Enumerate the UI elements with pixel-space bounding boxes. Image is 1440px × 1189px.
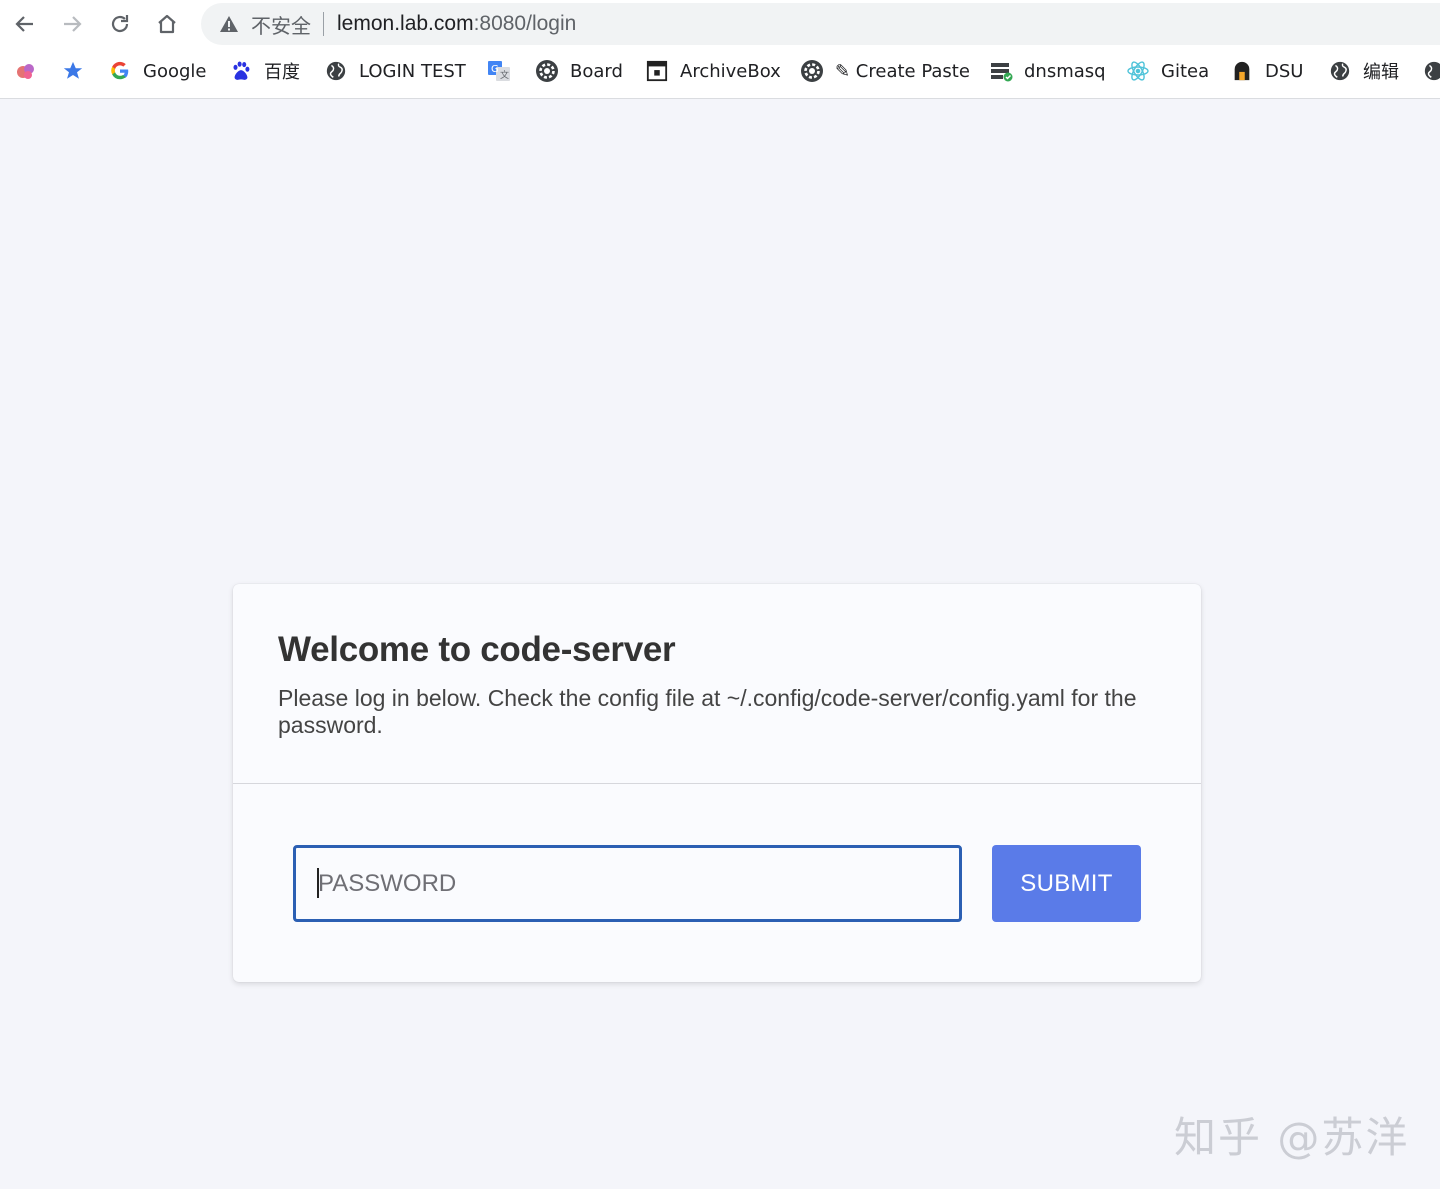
bookmark-label: Google — [143, 60, 207, 82]
bookmark-label: Board — [570, 60, 623, 82]
bookmark-gitea[interactable]: Gitea — [1126, 58, 1209, 84]
bookmark-create-paste[interactable]: ✎ Create Paste — [800, 58, 970, 84]
bookmark-archivebox[interactable]: ArchiveBox — [645, 58, 781, 84]
bookmark-label: ✎ Create Paste — [835, 60, 970, 82]
bookmark-label: dnsmasq — [1024, 60, 1106, 82]
login-instructions: Please log in below. Check the config fi… — [278, 685, 1137, 738]
login-card: Welcome to code-server Please log in bel… — [233, 584, 1201, 982]
arrow-left-icon — [15, 16, 33, 32]
text-caret — [317, 868, 319, 898]
reload-icon — [111, 15, 129, 33]
gear-icon — [800, 59, 824, 83]
security-status[interactable]: 不安全 — [251, 10, 311, 39]
bookmark-label: 百度 — [264, 62, 300, 83]
globe-icon — [1422, 59, 1440, 83]
bookmark-edit[interactable]: 编辑 — [1328, 58, 1399, 84]
svg-text:文: 文 — [500, 69, 509, 81]
translate-icon: G文 — [487, 59, 511, 83]
omnibox-divider — [323, 12, 324, 36]
bookmark-label: Gitea — [1161, 60, 1210, 82]
warning-triangle-icon[interactable] — [219, 14, 239, 34]
arrow-right-icon — [64, 16, 82, 32]
archive-icon — [645, 59, 669, 83]
bookmark-label: DSU — [1265, 60, 1304, 82]
submit-button[interactable]: SUBMIT — [992, 845, 1141, 922]
bookmark-dnsmasq[interactable]: dnsmasq — [989, 58, 1106, 84]
password-input[interactable] — [293, 845, 962, 922]
bookmark-baidu[interactable]: 百度 — [229, 58, 300, 84]
bookmark-translate[interactable]: G文 — [487, 58, 511, 84]
svg-text:G: G — [491, 64, 499, 75]
bookmark-label: LOGIN TEST — [359, 60, 466, 82]
bookmarks-bar: Google 百度 LOGIN TEST G文 Board ArchiveBox… — [0, 48, 1440, 99]
url-host: lemon.lab.com — [337, 12, 474, 35]
globe-icon — [1328, 59, 1352, 83]
baidu-paw-icon — [229, 59, 253, 83]
page-title: Welcome to code-server — [278, 630, 676, 669]
login-card-header: Welcome to code-server Please log in bel… — [233, 584, 1201, 784]
globe-icon — [324, 59, 348, 83]
bookmark-login-test[interactable]: LOGIN TEST — [324, 58, 466, 84]
bookmark-star[interactable] — [61, 58, 85, 84]
home-icon — [158, 14, 176, 34]
atom-icon — [1126, 59, 1150, 83]
url-text[interactable]: lemon.lab.com:8080/login — [337, 12, 576, 36]
forward-button[interactable] — [54, 6, 90, 42]
colorful-app-icon — [14, 59, 38, 83]
url-path: :8080/login — [473, 12, 577, 35]
gear-icon — [535, 59, 559, 83]
browser-toolbar: 不安全 lemon.lab.com:8080/login — [0, 0, 1440, 48]
bookmark-overflow[interactable] — [1422, 58, 1440, 84]
house-icon — [1230, 59, 1254, 83]
bookmark-dsu[interactable]: DSU — [1230, 58, 1303, 84]
star-icon — [61, 59, 85, 83]
home-button[interactable] — [149, 6, 185, 42]
reload-button[interactable] — [102, 6, 138, 42]
google-icon — [108, 59, 132, 83]
bookmark-app[interactable] — [14, 58, 38, 84]
back-button[interactable] — [7, 6, 43, 42]
bookmark-label: ArchiveBox — [680, 60, 781, 82]
server-icon — [989, 59, 1013, 83]
watermark: 知乎 @苏洋 — [1174, 1113, 1410, 1162]
bookmark-google[interactable]: Google — [108, 58, 206, 84]
bookmark-label: 编辑 — [1363, 62, 1399, 83]
address-bar[interactable]: 不安全 lemon.lab.com:8080/login — [201, 3, 1440, 45]
bookmark-board[interactable]: Board — [535, 58, 623, 84]
